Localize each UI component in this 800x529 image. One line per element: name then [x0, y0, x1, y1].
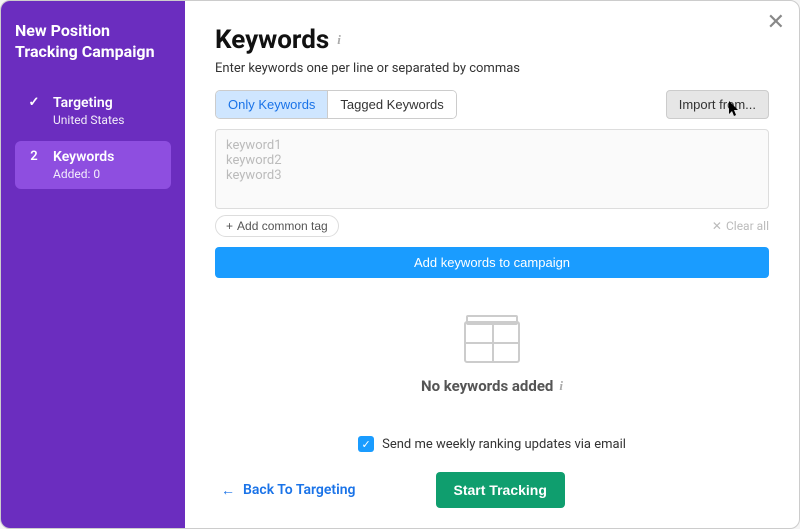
back-label: Back To Targeting [243, 482, 356, 498]
footer-actions: ← Back To Targeting Start Tracking [215, 472, 769, 508]
info-icon[interactable]: i [559, 378, 563, 394]
weekly-email-checkbox[interactable]: ✓ [358, 436, 374, 452]
import-button-label: Import from... [679, 97, 756, 112]
plus-icon: + [226, 219, 233, 233]
clear-all-button[interactable]: ✕ Clear all [712, 219, 769, 233]
close-icon: ✕ [767, 9, 785, 34]
start-tracking-button[interactable]: Start Tracking [436, 472, 565, 508]
step-targeting[interactable]: ✓ Targeting United States [15, 87, 171, 135]
page-subtitle: Enter keywords one per line or separated… [215, 61, 769, 76]
empty-state: No keywords added i [215, 284, 769, 432]
wizard-sidebar: New Position Tracking Campaign ✓ Targeti… [1, 1, 185, 528]
add-tag-label: Add common tag [237, 219, 328, 233]
back-button[interactable]: ← Back To Targeting [221, 482, 356, 499]
page-title-text: Keywords [215, 25, 329, 55]
step-subtitle: United States [53, 113, 124, 127]
info-icon[interactable]: i [337, 32, 341, 48]
arrow-left-icon: ← [221, 482, 235, 499]
step-title: Keywords [53, 149, 114, 165]
textarea-actions: + Add common tag ✕ Clear all [215, 215, 769, 237]
clear-all-label: Clear all [726, 219, 769, 233]
check-icon: ✓ [361, 438, 370, 451]
close-button[interactable]: ✕ [767, 11, 785, 33]
main-panel: ✕ Keywords i Enter keywords one per line… [185, 1, 799, 528]
add-keywords-button[interactable]: Add keywords to campaign [215, 247, 769, 278]
add-common-tag-button[interactable]: + Add common tag [215, 215, 339, 237]
weekly-email-label: Send me weekly ranking updates via email [382, 437, 626, 452]
page-title: Keywords i [215, 25, 769, 55]
keyword-mode-tabs: Only Keywords Tagged Keywords [215, 90, 457, 119]
check-icon: ✓ [25, 95, 43, 110]
step-number: 2 [25, 149, 43, 164]
x-icon: ✕ [712, 219, 722, 233]
step-title: Targeting [53, 95, 124, 111]
tabs-row: Only Keywords Tagged Keywords Import fro… [215, 90, 769, 119]
step-subtitle: Added: 0 [53, 167, 114, 181]
tab-tagged-keywords[interactable]: Tagged Keywords [327, 91, 455, 118]
tab-only-keywords[interactable]: Only Keywords [216, 91, 327, 118]
wizard-title: New Position Tracking Campaign [15, 21, 171, 63]
weekly-email-row: ✓ Send me weekly ranking updates via ema… [215, 436, 769, 452]
grid-icon [464, 321, 520, 363]
modal: New Position Tracking Campaign ✓ Targeti… [0, 0, 800, 529]
keywords-textarea[interactable] [215, 129, 769, 209]
step-keywords[interactable]: 2 Keywords Added: 0 [15, 141, 171, 189]
empty-state-text: No keywords added i [421, 377, 563, 395]
import-button[interactable]: Import from... [666, 90, 769, 119]
